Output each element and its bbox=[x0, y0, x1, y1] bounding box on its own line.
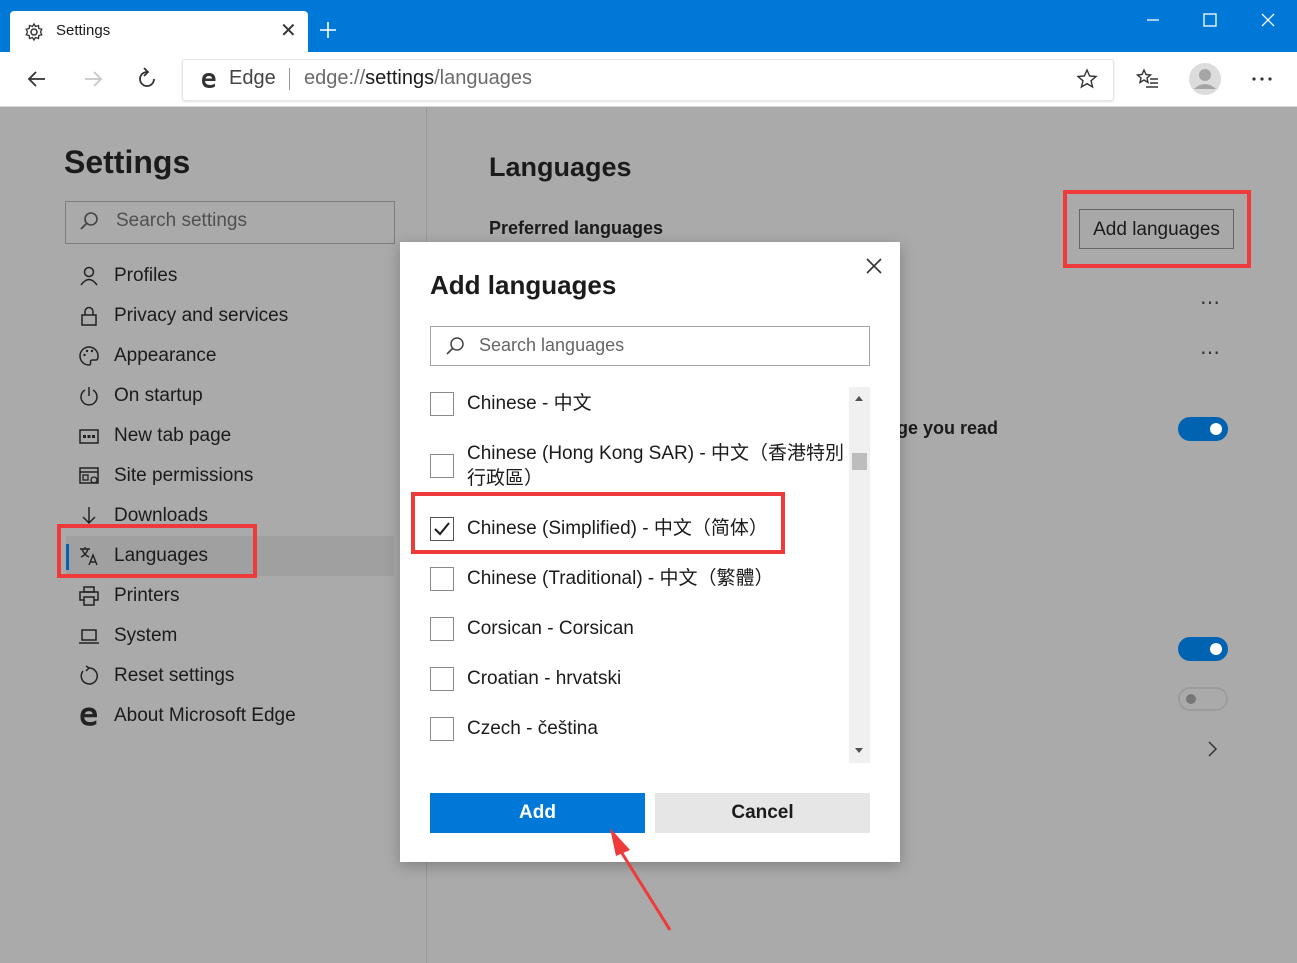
annotation-highlight-languages bbox=[57, 524, 257, 578]
window-close-icon[interactable] bbox=[1256, 8, 1280, 32]
scrollbar-thumb[interactable] bbox=[852, 453, 867, 470]
language-option[interactable]: Czech - čeština bbox=[430, 715, 846, 743]
tab-close-icon[interactable]: ✕ bbox=[280, 20, 297, 42]
sidebar-item-label: Privacy and services bbox=[114, 305, 289, 326]
language-option-label: Chinese (Hong Kong SAR) - 中文（香港特別行政區） bbox=[467, 443, 844, 489]
language-option[interactable]: Croatian - hrvatski bbox=[430, 665, 846, 693]
sidebar-item-label: Appearance bbox=[114, 345, 217, 366]
gear-icon bbox=[25, 22, 43, 42]
back-arrow-icon[interactable] bbox=[24, 66, 50, 92]
language-checkbox[interactable] bbox=[430, 567, 454, 591]
palette-icon bbox=[79, 346, 99, 366]
language-checkbox[interactable] bbox=[430, 717, 454, 741]
language-checkbox[interactable] bbox=[430, 617, 454, 641]
language-option[interactable]: Chinese (Traditional) - 中文（繁體） bbox=[430, 565, 846, 593]
language-option[interactable]: Chinese - 中文 bbox=[430, 390, 846, 418]
edge-logo-icon bbox=[80, 707, 97, 726]
sidebar-item-label: System bbox=[114, 625, 178, 646]
site-label: Edge bbox=[229, 67, 276, 89]
minimize-icon[interactable] bbox=[1141, 8, 1165, 32]
preferred-languages-heading: Preferred languages bbox=[489, 218, 664, 238]
printer-icon bbox=[79, 586, 99, 606]
browser-tab[interactable]: Settings ✕ bbox=[10, 11, 308, 52]
sidebar-item-on-startup[interactable]: On startup bbox=[66, 376, 394, 416]
favorites-list-icon[interactable] bbox=[1135, 66, 1161, 92]
search-icon bbox=[446, 337, 464, 355]
sidebar-item-profiles[interactable]: Profiles bbox=[66, 256, 394, 296]
sidebar-item-label: Printers bbox=[114, 585, 180, 606]
sidebar-item-reset-settings[interactable]: Reset settings bbox=[66, 656, 394, 696]
annotation-highlight-simplified-chinese bbox=[411, 492, 785, 554]
sidebar-item-printers[interactable]: Printers bbox=[66, 576, 394, 616]
forward-arrow-icon[interactable] bbox=[80, 66, 106, 92]
site-permissions-icon bbox=[79, 467, 99, 484]
refresh-icon[interactable] bbox=[134, 66, 160, 92]
url-text[interactable]: edge://settings/languages bbox=[304, 67, 532, 90]
language-more-options-icon[interactable]: ⋯ bbox=[1200, 340, 1221, 365]
sidebar-item-privacy[interactable]: Privacy and services bbox=[66, 296, 394, 336]
setting-toggle-off[interactable] bbox=[1178, 687, 1228, 711]
spellcheck-toggle[interactable] bbox=[1178, 637, 1228, 661]
language-checkbox[interactable] bbox=[430, 392, 454, 416]
dialog-title: Add languages bbox=[430, 270, 617, 300]
favorite-star-icon[interactable] bbox=[1075, 67, 1099, 91]
sidebar-item-label: Profiles bbox=[114, 265, 178, 286]
sidebar-item-new-tab-page[interactable]: New tab page bbox=[66, 416, 394, 456]
language-option-label: Corsican - Corsican bbox=[467, 618, 634, 639]
chevron-right-icon[interactable] bbox=[1202, 738, 1222, 760]
close-icon[interactable] bbox=[864, 256, 884, 276]
url-rest: /languages bbox=[434, 67, 532, 89]
search-icon bbox=[80, 212, 98, 230]
laptop-icon bbox=[79, 629, 99, 644]
sidebar-item-system[interactable]: System bbox=[66, 616, 394, 656]
language-option-label: Chinese - 中文 bbox=[467, 393, 592, 414]
sidebar-item-site-permissions[interactable]: Site permissions bbox=[66, 456, 394, 496]
lock-icon bbox=[81, 306, 97, 326]
new-tab-plus-icon[interactable] bbox=[316, 18, 340, 42]
address-separator bbox=[289, 68, 290, 90]
offer-translate-label: ge you read bbox=[897, 418, 999, 438]
language-option[interactable]: Corsican - Corsican bbox=[430, 615, 846, 643]
sidebar-item-about[interactable]: About Microsoft Edge bbox=[66, 696, 394, 736]
url-scheme: edge:// bbox=[304, 67, 366, 89]
power-icon bbox=[80, 387, 98, 406]
sidebar-item-label: On startup bbox=[114, 385, 203, 406]
search-languages-placeholder: Search languages bbox=[479, 335, 625, 355]
language-option-label: Croatian - hrvatski bbox=[467, 668, 622, 689]
language-checkbox[interactable] bbox=[430, 454, 454, 478]
page-title: Languages bbox=[489, 152, 632, 182]
new-tab-page-icon bbox=[79, 429, 99, 444]
language-option[interactable]: Chinese (Hong Kong SAR) - 中文（香港特別行政區） bbox=[430, 440, 846, 492]
maximize-icon[interactable] bbox=[1198, 8, 1222, 32]
scroll-down-icon[interactable] bbox=[853, 746, 865, 756]
search-settings-placeholder: Search settings bbox=[116, 210, 247, 231]
reset-icon bbox=[80, 665, 98, 685]
sidebar-item-label: Site permissions bbox=[114, 465, 254, 486]
sidebar-item-label: Reset settings bbox=[114, 665, 235, 686]
tab-title: Settings bbox=[56, 22, 111, 39]
cancel-button[interactable]: Cancel bbox=[655, 793, 870, 833]
scroll-up-icon[interactable] bbox=[853, 393, 865, 403]
profile-icon bbox=[80, 266, 98, 286]
annotation-arrow bbox=[610, 828, 672, 931]
profile-avatar-icon[interactable] bbox=[1188, 62, 1222, 96]
url-path: settings bbox=[365, 67, 435, 89]
sidebar-item-appearance[interactable]: Appearance bbox=[66, 336, 394, 376]
settings-title: Settings bbox=[64, 144, 191, 180]
annotation-highlight-add-languages bbox=[1063, 190, 1251, 268]
language-option-label: Chinese (Traditional) - 中文（繁體） bbox=[467, 568, 774, 589]
language-more-options-icon[interactable]: ⋯ bbox=[1200, 290, 1221, 315]
language-option-label: Czech - čeština bbox=[467, 718, 598, 739]
edge-logo-icon bbox=[202, 73, 216, 88]
language-list-scrollbar[interactable] bbox=[849, 387, 870, 763]
sidebar-item-label: About Microsoft Edge bbox=[114, 705, 296, 726]
language-checkbox[interactable] bbox=[430, 667, 454, 691]
more-menu-icon[interactable] bbox=[1249, 66, 1275, 92]
sidebar-item-label: New tab page bbox=[114, 425, 232, 446]
offer-translate-toggle[interactable] bbox=[1178, 417, 1228, 441]
